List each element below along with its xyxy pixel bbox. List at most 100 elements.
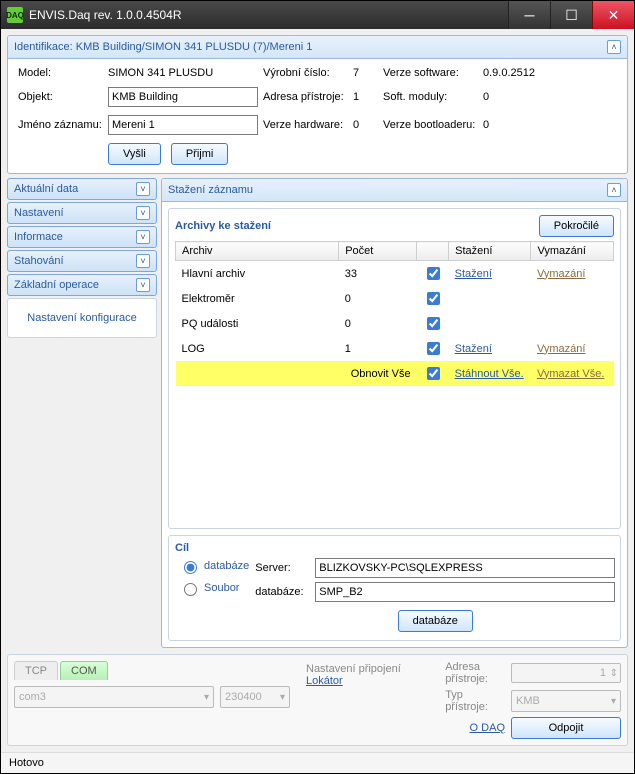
archives-table: Archiv Počet Stažení Vymazání Hlavní arc… [175,241,614,386]
cell-count: 0 [339,286,417,311]
collapse-icon[interactable]: ˄ [607,183,621,197]
sidebar-item-actual[interactable]: Aktuální data ˅ [7,178,157,200]
baud-combo[interactable]: 230400 [220,686,290,708]
col-erase[interactable]: Vymazání [531,242,614,261]
target-title: Cíl [175,542,189,554]
col-check[interactable] [417,242,449,261]
label-serial: Výrobní číslo: [263,67,353,79]
cell-archive: Elektroměr [176,286,339,311]
download-all-link[interactable]: Stáhnout Vše. [455,368,524,380]
sidebar-item-settings[interactable]: Nastavení ˅ [7,202,157,224]
sidebar-item-basicops[interactable]: Základní operace˅ [7,274,157,296]
value-hw: 0 [353,119,383,131]
value-sw: 0.9.0.2512 [483,67,563,79]
sidebar: Aktuální data ˅ Nastavení ˅ Informace˅ Sta… [7,178,157,648]
sidebar-item-label: Nastavení [14,207,64,219]
col-count[interactable]: Počet [339,242,417,261]
label-server: Server: [255,562,315,574]
receive-button[interactable]: Přijmi [171,143,229,165]
cell-check[interactable] [417,286,449,311]
label-device-address: Adresa přístroje: [445,661,505,685]
minimize-button[interactable]: ─ [508,1,550,29]
config-settings-button[interactable]: Nastavení konfigurace [7,298,157,338]
label-model: Model: [18,67,108,79]
label-device-type: Typ přístroje: [445,689,505,713]
label-recordname: Jméno záznamu: [18,119,108,131]
download-link[interactable]: Stažení [455,268,492,280]
cell-check[interactable] [417,311,449,336]
download-header[interactable]: Stažení záznamu ˄ [162,179,627,202]
label-sw: Verze software: [383,67,483,79]
collapse-icon[interactable]: ˄ [607,40,621,54]
tab-tcp[interactable]: TCP [14,661,58,680]
cell-count: 1 [339,336,417,361]
radio-database[interactable]: databáze [179,558,249,574]
archives-title: Archivy ke stažení [175,220,271,232]
titlebar[interactable]: DAQ ENVIS.Daq rev. 1.0.0.4504R ─ ☐ ✕ [1,1,634,29]
value-address: 1 [353,91,383,103]
erase-link[interactable]: Vymazání [537,343,586,355]
cell-count: 0 [339,311,417,336]
tab-com[interactable]: COM [60,661,108,680]
cell-archive: Hlavní archiv [176,261,339,287]
col-download[interactable]: Stažení [449,242,531,261]
sidebar-item-info[interactable]: Informace˅ [7,226,157,248]
maximize-button[interactable]: ☐ [550,1,592,29]
label-object: Objekt: [18,91,108,103]
object-input[interactable] [108,87,258,107]
send-button[interactable]: Vyšli [108,143,161,165]
recordname-input[interactable] [108,115,258,135]
erase-link[interactable]: Vymazání [537,268,586,280]
identification-panel: Identifikace: KMB Building/SIMON 341 PLU… [7,35,628,174]
app-window: DAQ ENVIS.Daq rev. 1.0.0.4504R ─ ☐ ✕ Ide… [0,0,635,774]
cell-check[interactable] [417,336,449,361]
row-checkbox[interactable] [427,317,440,330]
connection-settings-label: Nastavení připojení [306,663,401,675]
cell-check[interactable] [417,261,449,287]
row-checkbox[interactable] [427,292,440,305]
refresh-all[interactable]: Obnovit Vše [339,361,417,386]
window-title: ENVIS.Daq rev. 1.0.0.4504R [29,8,508,22]
close-button[interactable]: ✕ [592,1,634,29]
row-checkbox[interactable] [427,342,440,355]
value-modules: 0 [483,91,563,103]
identification-header[interactable]: Identifikace: KMB Building/SIMON 341 PLU… [8,36,627,59]
download-link[interactable]: Stažení [455,343,492,355]
radio-file[interactable]: Soubor [179,580,249,596]
sidebar-item-label: Základní operace [14,279,99,291]
locator-link[interactable]: Lokátor [306,675,343,687]
database-button[interactable]: databáze [398,610,473,632]
cell-count: 33 [339,261,417,287]
port-combo[interactable]: com3 [14,686,214,708]
server-input[interactable] [315,558,615,578]
about-link[interactable]: O DAQ [445,722,505,734]
value-boot: 0 [483,119,563,131]
sidebar-item-label: Aktuální data [14,183,78,195]
identification-title: Identifikace: KMB Building/SIMON 341 PLU… [14,41,312,53]
chevron-down-icon: ˅ [136,206,150,220]
advanced-button[interactable]: Pokročilé [539,215,614,237]
cell-archive: LOG [176,336,339,361]
connection-panel: TCP COM com3 230400 Nastavení připojení … [7,654,628,746]
label-database: databáze: [255,586,315,598]
archives-group: Archivy ke stažení Pokročilé Archiv Poče… [168,208,621,529]
device-address-spin[interactable]: 1 [511,663,621,683]
chevron-down-icon: ˅ [136,182,150,196]
status-bar: Hotovo [1,752,634,773]
row-checkbox[interactable] [427,267,440,280]
all-checkbox[interactable] [427,367,440,380]
label-hw: Verze hardware: [263,119,353,131]
app-icon: DAQ [7,7,23,23]
device-type-combo[interactable]: KMB [511,690,621,712]
value-model: SIMON 341 PLUSDU [108,67,263,79]
cell-archive: PQ události [176,311,339,336]
erase-all-link[interactable]: Vymazat Vše. [537,368,604,380]
database-input[interactable] [315,582,615,602]
col-archive[interactable]: Archiv [176,242,339,261]
sidebar-item-label: Stahování [14,255,64,267]
value-serial: 7 [353,67,383,79]
sidebar-item-download[interactable]: Stahování˅ [7,250,157,272]
disconnect-button[interactable]: Odpojit [511,717,621,739]
sidebar-item-label: Informace [14,231,63,243]
label-address: Adresa přístroje: [263,91,353,103]
